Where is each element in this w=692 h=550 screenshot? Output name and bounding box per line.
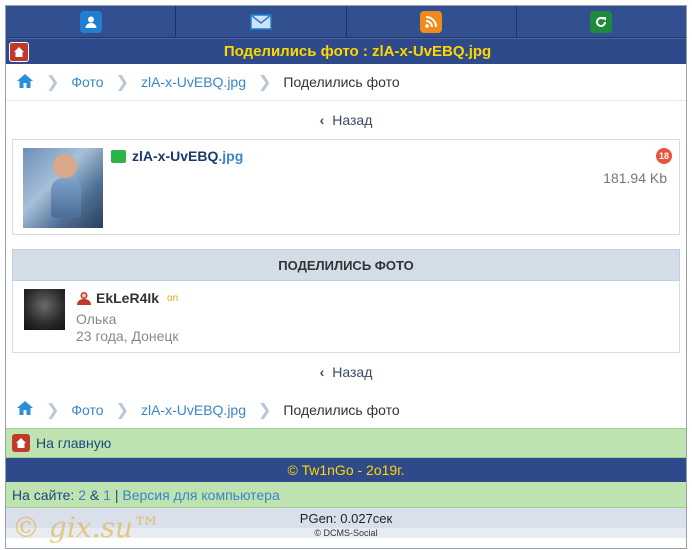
breadcrumb-separator: ❯ bbox=[258, 401, 272, 419]
rss-icon bbox=[420, 10, 443, 33]
online-status: on bbox=[167, 292, 179, 304]
breadcrumb-link-photo[interactable]: Фото bbox=[71, 402, 103, 418]
breadcrumb-separator: ❯ bbox=[258, 74, 272, 91]
age-restriction-badge: 18 bbox=[656, 148, 672, 164]
home-icon[interactable] bbox=[9, 41, 29, 62]
desktop-version-link[interactable]: Версия для компьютера bbox=[122, 487, 279, 503]
refresh-icon bbox=[590, 10, 613, 33]
online-guests-link[interactable]: 1 bbox=[103, 487, 111, 503]
nav-profile-button[interactable] bbox=[6, 6, 177, 37]
breadcrumb-home-icon[interactable] bbox=[16, 73, 34, 92]
back-label: Назад bbox=[332, 364, 373, 380]
file-name-text: zlA-x-UvEBQ bbox=[132, 148, 219, 164]
title-bar: Поделились фото : zlA-x-UvEBQ.jpg bbox=[6, 38, 686, 64]
nav-rss-button[interactable] bbox=[346, 6, 517, 37]
breadcrumb-link-file[interactable]: zlA-x-UvEBQ.jpg bbox=[141, 74, 246, 90]
nav-mail-button[interactable] bbox=[176, 6, 347, 37]
photo-thumbnail[interactable] bbox=[23, 148, 103, 228]
chevron-left-icon: ‹ bbox=[319, 364, 325, 380]
back-label: Назад bbox=[332, 112, 373, 128]
copyright: © Tw1nGo - 2o19г. bbox=[6, 458, 686, 482]
breadcrumb: ❯ Фото ❯ zlA-x-UvEBQ.jpg ❯ Поделились фо… bbox=[6, 64, 686, 101]
online-users-link[interactable]: 2 bbox=[78, 487, 86, 503]
back-link[interactable]: ‹ Назад bbox=[6, 101, 686, 139]
breadcrumb-link-file[interactable]: zlA-x-UvEBQ.jpg bbox=[141, 402, 246, 418]
mail-icon bbox=[250, 11, 272, 33]
online-counter: На сайте: 2 & 1 | Версия для компьютера bbox=[6, 482, 686, 508]
thumbnail-figure-head bbox=[53, 154, 77, 178]
user-info: 23 года, Донецк bbox=[76, 328, 179, 344]
breadcrumb-bottom: ❯ Фото ❯ zlA-x-UvEBQ.jpg ❯ Поделились фо… bbox=[6, 391, 686, 428]
back-link-bottom[interactable]: ‹ Назад bbox=[6, 353, 686, 391]
user-icon bbox=[76, 291, 92, 305]
home-icon bbox=[12, 434, 30, 452]
home-link-label: На главную bbox=[36, 435, 112, 451]
breadcrumb-current: Поделились фото bbox=[283, 401, 400, 418]
home-link[interactable]: На главную bbox=[6, 428, 686, 458]
user-name[interactable]: EkLeR4Ik on bbox=[76, 290, 178, 306]
breadcrumb-link-photo[interactable]: Фото bbox=[71, 74, 103, 90]
file-size: 181.94 Kb bbox=[603, 170, 667, 186]
user-icon bbox=[79, 10, 102, 33]
breadcrumb-separator: ❯ bbox=[46, 401, 60, 419]
breadcrumb-separator: ❯ bbox=[115, 401, 129, 419]
avatar[interactable] bbox=[24, 289, 65, 330]
online-amp: & bbox=[89, 486, 100, 503]
image-icon bbox=[111, 149, 126, 163]
page-title: Поделились фото : zlA-x-UvEBQ.jpg bbox=[223, 43, 492, 60]
file-name[interactable]: zlA-x-UvEBQ .jpg bbox=[111, 148, 243, 164]
nav-refresh-button[interactable] bbox=[516, 6, 686, 37]
user-name-text: EkLeR4Ik bbox=[96, 290, 160, 306]
breadcrumb-home-icon[interactable] bbox=[16, 400, 34, 419]
online-label: На сайте: bbox=[12, 486, 75, 503]
file-extension: .jpg bbox=[218, 148, 244, 164]
breadcrumb-separator: ❯ bbox=[46, 74, 60, 91]
breadcrumb-current: Поделились фото bbox=[283, 74, 400, 90]
section-heading: ПОДЕЛИЛИСЬ ФОТО bbox=[12, 249, 680, 281]
engine-credit: © DCMS-Social bbox=[6, 528, 686, 538]
thumbnail-figure-body bbox=[51, 178, 81, 218]
file-card: zlA-x-UvEBQ .jpg 18 181.94 Kb bbox=[12, 139, 680, 235]
user-card: EkLeR4Ik on Олька 23 года, Донецк bbox=[12, 281, 680, 353]
breadcrumb-separator: ❯ bbox=[115, 74, 129, 91]
page-gen-time: PGen: 0.027сек bbox=[6, 508, 686, 528]
page-frame: Поделились фото : zlA-x-UvEBQ.jpg ❯ Фото… bbox=[5, 5, 687, 549]
top-nav bbox=[6, 6, 686, 38]
online-separator: | bbox=[114, 486, 119, 503]
user-real-name: Олька bbox=[76, 311, 117, 327]
chevron-left-icon: ‹ bbox=[319, 112, 325, 128]
